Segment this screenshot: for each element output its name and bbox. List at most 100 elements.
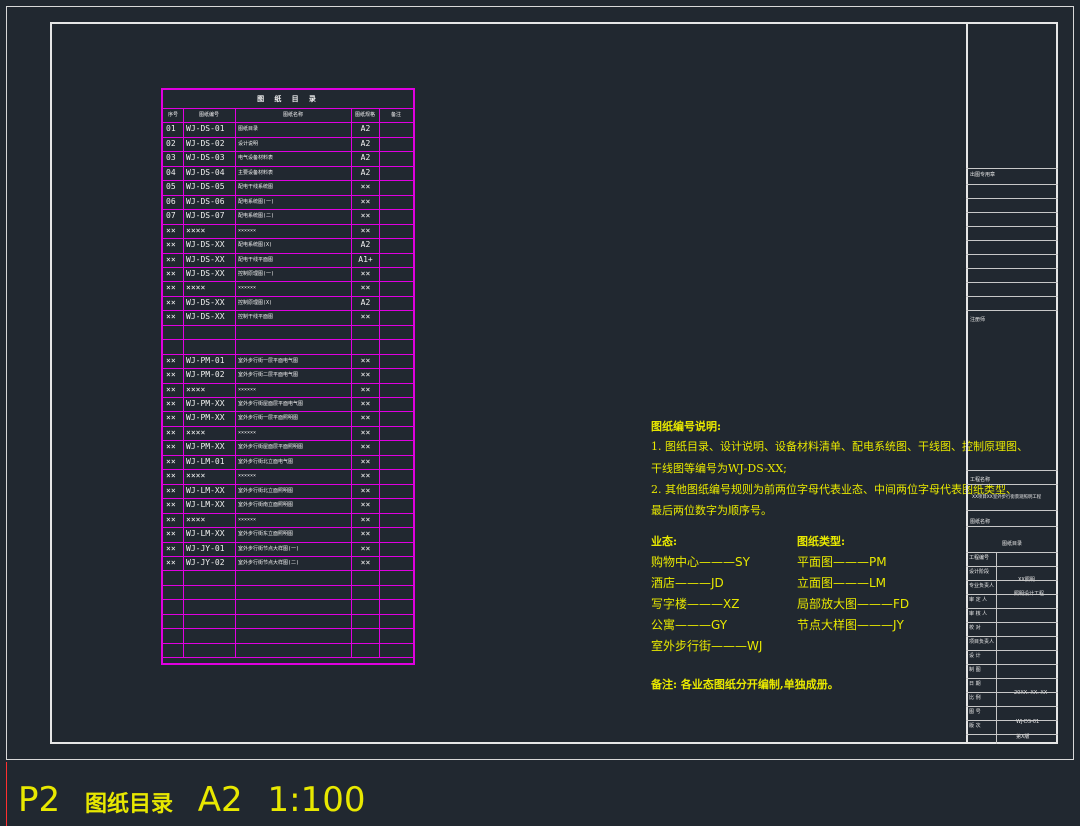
title-block-rule [966, 594, 1058, 595]
row-index: ×× [166, 355, 176, 365]
row-sheet-size: ×× [360, 211, 371, 221]
row-sheet-size: A2 [360, 167, 371, 177]
title-block-rule [966, 296, 1058, 297]
business-item: 购物中心———SY [651, 555, 750, 569]
row-drawing-code: WJ-DS-XX [186, 268, 225, 278]
notes-line-3: 2. 其他图纸编号规则为前两位字母代表业态、中间两位字母代表图纸类型、 [651, 483, 1017, 496]
row-index: ×× [166, 370, 176, 380]
row-drawing-code: WJ-PM-XX [186, 442, 225, 452]
drawing-name: 图纸目录 [1002, 541, 1023, 547]
row-sheet-size: ×× [360, 557, 371, 567]
design-label: 注册师 [970, 317, 986, 323]
title-block-field-label: 日 期 [969, 681, 981, 687]
notes-line-2: 干线图等编号为WJ-DS-XX; [651, 462, 787, 475]
table-column-rule [183, 108, 184, 658]
title-block-field-label: 审 定 人 [969, 597, 988, 603]
title-block-rule [966, 484, 1058, 485]
row-sheet-size: ×× [360, 283, 371, 293]
row-index: ×× [166, 297, 176, 307]
row-index: ×× [166, 240, 176, 250]
row-drawing-code: WJ-LM-XX [186, 500, 225, 510]
business-item: 酒店———JD [651, 576, 724, 590]
row-sheet-size: ×× [360, 370, 371, 380]
type-item: 局部放大图———FD [797, 597, 910, 611]
title-block-field-label: 比 例 [969, 695, 981, 701]
type-heading: 图纸类型: [797, 535, 846, 548]
row-sheet-size: ×× [360, 514, 371, 524]
row-drawing-code: ×××× [186, 471, 206, 481]
row-sheet-size: A2 [360, 124, 371, 134]
row-sheet-size: A1+ [358, 254, 373, 264]
table-header: 图纸编号 [198, 112, 219, 118]
type-item: 节点大样图———JY [797, 618, 904, 632]
title-block-rule [966, 692, 1058, 693]
row-drawing-name: 设计说明 [238, 140, 259, 147]
row-sheet-size: ×× [360, 225, 371, 235]
business-item: 室外步行街———WJ [651, 639, 763, 653]
row-drawing-code: WJ-PM-XX [186, 399, 225, 408]
row-drawing-name: 室外步行街二层平面电气图 [238, 372, 299, 379]
row-drawing-code: WJ-LM-01 [186, 456, 225, 466]
table-rule [163, 570, 413, 572]
row-drawing-code: ×××× [186, 225, 206, 235]
type-item: 立面图———LM [797, 576, 887, 590]
row-index: ×× [166, 312, 176, 322]
title-block-field-label: 图 号 [969, 709, 981, 715]
row-drawing-code: WJ-DS-01 [186, 124, 225, 134]
title-block-rule [966, 566, 1058, 567]
title-block-field-label: 版 次 [969, 723, 981, 729]
row-sheet-size: ×× [360, 268, 371, 278]
business-heading: 业态: [651, 535, 678, 548]
row-drawing-code: WJ-JY-02 [186, 557, 225, 567]
row-drawing-code: WJ-DS-02 [186, 138, 225, 148]
business-item: 公寓———GY [651, 618, 728, 632]
row-drawing-name: 室外步行街一层平面电气图 [238, 357, 299, 364]
title-block-rule [966, 198, 1058, 199]
row-drawing-name: 配电系统图(一) [238, 198, 275, 205]
row-drawing-name: ×××××× [238, 386, 257, 393]
title-block-rule [966, 664, 1058, 665]
row-drawing-name: ×××××× [238, 429, 257, 436]
row-sheet-size: ×× [360, 456, 371, 466]
row-sheet-size: ×× [360, 543, 371, 553]
row-drawing-code: WJ-LM-XX [186, 529, 225, 539]
row-drawing-name: 控制干线平面图 [238, 314, 274, 321]
row-drawing-code: ×××× [186, 384, 206, 394]
title-block-rule [966, 212, 1058, 213]
title-block-column-rule [996, 552, 997, 744]
row-drawing-name: 配电干线平面图 [238, 256, 274, 263]
notes-heading: 图纸编号说明: [651, 420, 722, 433]
title-block-rule [966, 608, 1058, 609]
notes-remark: 备注: 各业态图纸分开编制,单独成册。 [651, 678, 839, 691]
row-index: 02 [166, 138, 176, 148]
row-drawing-code: WJ-DS-05 [186, 182, 225, 192]
title-block-field-label: 项目负责人 [969, 639, 995, 645]
row-index: ×× [166, 456, 176, 466]
business-item: 写字楼———XZ [651, 597, 740, 611]
row-index: 07 [166, 211, 176, 221]
table-column-rule [379, 108, 380, 658]
row-sheet-size: A2 [360, 240, 371, 250]
row-drawing-name: ×××××× [238, 285, 257, 292]
type-item: 平面图———PM [797, 555, 887, 569]
project-name: XX项目XX室外步行街景观照明工程 [972, 495, 1042, 500]
row-sheet-size: ×× [360, 427, 371, 437]
title-block-rule [966, 622, 1058, 623]
row-sheet-size: ×× [360, 182, 371, 192]
layout-marker [6, 762, 7, 826]
row-index: ×× [166, 254, 176, 264]
row-drawing-code: WJ-DS-XX [186, 240, 225, 250]
row-drawing-name: 室外步行街节点大样图(二) [238, 559, 300, 566]
row-sheet-size: ×× [360, 384, 371, 394]
row-index: ×× [166, 529, 176, 539]
row-drawing-name: 配电系统图(二) [238, 213, 275, 220]
sheet-scale: 1:100 [267, 780, 366, 820]
row-index: ×× [166, 557, 176, 567]
table-column-rule [235, 108, 236, 658]
title-block-rule [966, 734, 1058, 735]
row-index: ×× [166, 384, 176, 394]
row-drawing-name: 电气设备材料表 [238, 155, 274, 162]
row-sheet-size: A2 [360, 153, 371, 163]
row-drawing-code: WJ-DS-07 [186, 211, 225, 221]
row-sheet-size: ×× [360, 485, 371, 495]
